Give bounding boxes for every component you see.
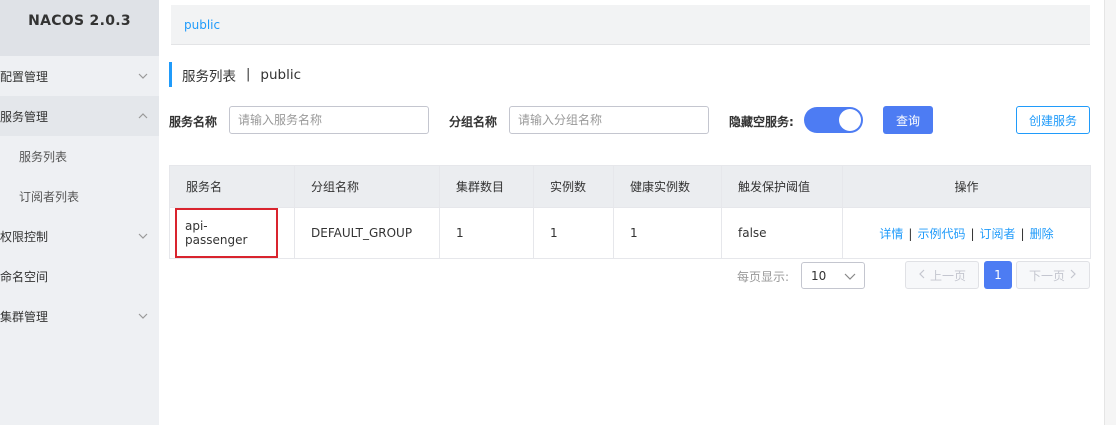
sidebar-item-label: 命名空间: [0, 269, 49, 284]
sidebar-item-label: 服务管理: [0, 109, 49, 124]
page-size-value: 10: [811, 268, 827, 283]
column-header-actions: 操作: [842, 165, 1091, 208]
table-row: api-passenger DEFAULT_GROUP 1 1 1 false …: [169, 207, 1091, 259]
vertical-scrollbar[interactable]: [1104, 0, 1116, 425]
chevron-up-icon: [137, 110, 149, 122]
details-link[interactable]: 详情: [879, 227, 903, 241]
cell-service-name: api-passenger: [169, 207, 295, 259]
namespace-link-public[interactable]: public: [184, 18, 220, 32]
group-name-input[interactable]: [509, 106, 709, 134]
sidebar-item-namespace[interactable]: 命名空间: [0, 256, 159, 296]
sidebar-item-service-list[interactable]: 服务列表: [0, 136, 159, 176]
sidebar-item-subscriber-list[interactable]: 订阅者列表: [0, 176, 159, 216]
prev-page-label: 上一页: [929, 268, 966, 283]
sidebar-item-label: 配置管理: [0, 69, 49, 84]
cell-healthy-instance-count: 1: [613, 207, 722, 259]
action-separator: |: [1020, 226, 1025, 241]
group-name-label: 分组名称: [449, 115, 498, 129]
hide-empty-services-label: 隐藏空服务:: [729, 115, 794, 129]
chevron-down-icon: [137, 70, 149, 82]
service-table: 服务名 分组名称 集群数目 实例数 健康实例数 触发保护阈值 操作 api-pa…: [169, 165, 1091, 259]
app-logo: NACOS 2.0.3: [0, 0, 159, 56]
action-separator: |: [970, 226, 975, 241]
next-page-button[interactable]: 下一页: [1016, 261, 1090, 289]
hide-empty-services-toggle[interactable]: [804, 107, 863, 133]
sidebar-item-label: 订阅者列表: [19, 189, 80, 204]
chevron-right-icon: [1069, 268, 1077, 283]
column-header-group-name: 分组名称: [294, 165, 440, 208]
cell-instance-count: 1: [533, 207, 614, 259]
column-header-cluster-count: 集群数目: [439, 165, 534, 208]
cell-protect-threshold: false: [721, 207, 843, 259]
delete-link[interactable]: 删除: [1030, 227, 1054, 241]
page-title-namespace: public: [260, 66, 302, 83]
highlighted-service-name: api-passenger: [175, 208, 278, 258]
page-size-select[interactable]: 10: [801, 262, 865, 289]
sidebar: NACOS 2.0.3 配置管理 服务管理 服务列表 订阅者列表 权限控制 命名…: [0, 0, 159, 425]
toggle-knob: [839, 109, 861, 131]
page-size-label: 每页显示:: [737, 270, 790, 284]
sample-code-link[interactable]: 示例代码: [917, 227, 965, 241]
sidebar-item-label: 服务列表: [19, 149, 68, 164]
cell-actions: 详情 | 示例代码 | 订阅者 | 删除: [842, 207, 1091, 259]
column-header-instance-count: 实例数: [533, 165, 614, 208]
page-title-text: 服务列表: [182, 68, 236, 85]
service-name-input[interactable]: [229, 106, 429, 134]
title-accent-bar: [169, 62, 172, 87]
sidebar-item-label: 集群管理: [0, 309, 49, 324]
subscribers-link[interactable]: 订阅者: [980, 227, 1016, 241]
sidebar-item-config-management[interactable]: 配置管理: [0, 56, 159, 96]
namespace-bar: public: [171, 5, 1090, 45]
action-separator: |: [908, 226, 913, 241]
table-header-row: 服务名 分组名称 集群数目 实例数 健康实例数 触发保护阈值 操作: [169, 165, 1091, 208]
column-header-protect-threshold: 触发保护阈值: [721, 165, 843, 208]
prev-page-button[interactable]: 上一页: [905, 261, 979, 289]
chevron-down-icon: [844, 270, 856, 282]
chevron-left-icon: [918, 268, 926, 283]
page-title: 服务列表 | public: [169, 62, 301, 87]
sidebar-item-access-control[interactable]: 权限控制: [0, 216, 159, 256]
app-title: NACOS 2.0.3: [28, 13, 131, 29]
query-button[interactable]: 查询: [883, 106, 933, 134]
cell-cluster-count: 1: [439, 207, 534, 259]
chevron-down-icon: [137, 310, 149, 322]
service-name-label: 服务名称: [169, 115, 218, 129]
title-separator: |: [246, 67, 251, 82]
sidebar-item-label: 权限控制: [0, 229, 49, 244]
page-number-current[interactable]: 1: [984, 261, 1012, 289]
next-page-label: 下一页: [1028, 268, 1065, 283]
sidebar-item-cluster-management[interactable]: 集群管理: [0, 296, 159, 336]
sidebar-item-service-management[interactable]: 服务管理: [0, 96, 159, 136]
chevron-down-icon: [137, 230, 149, 242]
column-header-service-name: 服务名: [169, 165, 295, 208]
column-header-healthy-instance-count: 健康实例数: [613, 165, 722, 208]
cell-group-name: DEFAULT_GROUP: [294, 207, 440, 259]
create-service-button[interactable]: 创建服务: [1016, 106, 1090, 134]
